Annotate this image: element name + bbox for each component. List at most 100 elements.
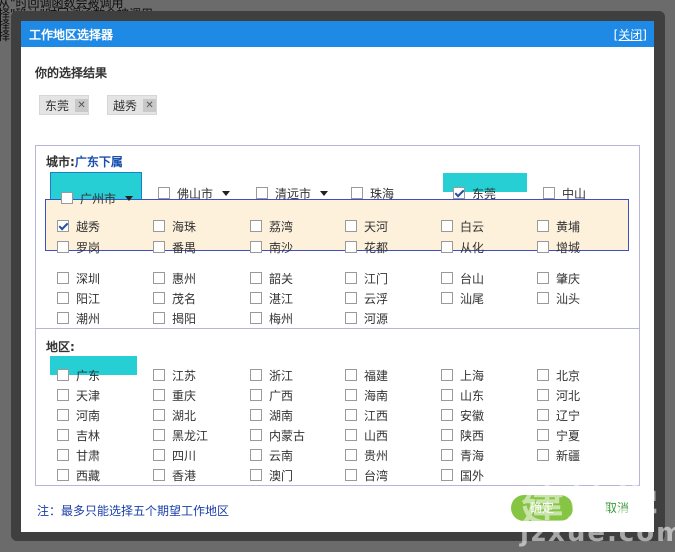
checkbox-icon[interactable] bbox=[250, 272, 262, 284]
region-item[interactable]: 广西 bbox=[250, 387, 293, 403]
checkbox-icon[interactable] bbox=[441, 389, 453, 401]
checkbox-icon[interactable] bbox=[537, 429, 549, 441]
checkbox-icon[interactable] bbox=[441, 429, 453, 441]
checkbox-icon[interactable] bbox=[250, 312, 262, 324]
checkbox-icon[interactable] bbox=[153, 312, 165, 324]
city-item[interactable]: 肇庆 bbox=[537, 270, 580, 286]
checkbox-icon[interactable] bbox=[537, 292, 549, 304]
city-item[interactable]: 潮州 bbox=[57, 310, 100, 326]
district-item[interactable]: 罗岗 bbox=[57, 239, 100, 255]
region-item[interactable]: 广东 bbox=[57, 367, 100, 383]
city-tab-3[interactable]: 珠海 bbox=[351, 185, 394, 201]
city-item[interactable]: 深圳 bbox=[57, 270, 100, 286]
district-item[interactable]: 番禺 bbox=[153, 239, 196, 255]
region-item[interactable]: 香港 bbox=[153, 467, 196, 483]
city-item[interactable]: 湛江 bbox=[250, 290, 293, 306]
checkbox-icon[interactable] bbox=[153, 469, 165, 481]
region-item[interactable]: 天津 bbox=[57, 387, 100, 403]
checkbox-icon[interactable] bbox=[537, 369, 549, 381]
checkbox-icon[interactable] bbox=[345, 292, 357, 304]
checkbox-icon[interactable] bbox=[345, 220, 357, 232]
checkbox-icon[interactable] bbox=[441, 449, 453, 461]
region-item[interactable]: 吉林 bbox=[57, 427, 100, 443]
region-item[interactable]: 北京 bbox=[537, 367, 580, 383]
checkbox-icon[interactable] bbox=[250, 449, 262, 461]
region-item[interactable]: 澳门 bbox=[250, 467, 293, 483]
region-item[interactable]: 台湾 bbox=[345, 467, 388, 483]
district-item[interactable]: 花都 bbox=[345, 239, 388, 255]
region-item[interactable]: 湖南 bbox=[250, 407, 293, 423]
chevron-down-icon[interactable] bbox=[320, 190, 329, 196]
city-tab-1[interactable]: 佛山市 bbox=[158, 185, 231, 201]
city-item[interactable]: 梅州 bbox=[250, 310, 293, 326]
checkbox-icon[interactable] bbox=[537, 220, 549, 232]
cancel-button[interactable]: 取消 bbox=[587, 495, 647, 521]
checkbox-icon[interactable] bbox=[57, 469, 69, 481]
region-item[interactable]: 新疆 bbox=[537, 447, 580, 463]
region-item[interactable]: 西藏 bbox=[57, 467, 100, 483]
region-item[interactable]: 重庆 bbox=[153, 387, 196, 403]
checkbox-icon[interactable] bbox=[153, 369, 165, 381]
region-item[interactable]: 海南 bbox=[345, 387, 388, 403]
checkbox-icon[interactable] bbox=[57, 449, 69, 461]
region-item[interactable]: 江西 bbox=[345, 407, 388, 423]
chevron-down-icon[interactable] bbox=[222, 190, 231, 196]
checkbox-icon[interactable] bbox=[345, 272, 357, 284]
checkbox-icon[interactable] bbox=[441, 220, 453, 232]
city-item[interactable]: 台山 bbox=[441, 270, 484, 286]
region-item[interactable]: 上海 bbox=[441, 367, 484, 383]
district-item[interactable]: 荔湾 bbox=[250, 218, 293, 234]
checkbox-icon[interactable] bbox=[250, 409, 262, 421]
checkbox-icon[interactable] bbox=[158, 187, 170, 199]
region-item[interactable]: 浙江 bbox=[250, 367, 293, 383]
checkbox-icon[interactable] bbox=[57, 220, 69, 232]
checkbox-icon[interactable] bbox=[57, 429, 69, 441]
region-item[interactable]: 河南 bbox=[57, 407, 100, 423]
city-tab-5[interactable]: 中山 bbox=[543, 185, 586, 201]
district-item[interactable]: 从化 bbox=[441, 239, 484, 255]
close-link[interactable]: [关闭] bbox=[614, 26, 647, 43]
city-item[interactable]: 云浮 bbox=[345, 290, 388, 306]
region-item[interactable]: 山东 bbox=[441, 387, 484, 403]
city-tab-2[interactable]: 清远市 bbox=[256, 185, 329, 201]
district-item[interactable]: 南沙 bbox=[250, 239, 293, 255]
checkbox-icon[interactable] bbox=[441, 241, 453, 253]
checkbox-icon[interactable] bbox=[345, 241, 357, 253]
region-item[interactable]: 湖北 bbox=[153, 407, 196, 423]
checkbox-icon[interactable] bbox=[57, 241, 69, 253]
checkbox-icon[interactable] bbox=[250, 292, 262, 304]
checkbox-icon[interactable] bbox=[345, 429, 357, 441]
region-item[interactable]: 甘肃 bbox=[57, 447, 100, 463]
checkbox-icon[interactable] bbox=[153, 272, 165, 284]
region-item[interactable]: 国外 bbox=[441, 467, 484, 483]
checkbox-icon[interactable] bbox=[441, 292, 453, 304]
city-item[interactable]: 汕头 bbox=[537, 290, 580, 306]
checkbox-icon[interactable] bbox=[345, 469, 357, 481]
checkbox-icon[interactable] bbox=[57, 272, 69, 284]
district-item[interactable]: 黄埔 bbox=[537, 218, 580, 234]
city-item[interactable]: 揭阳 bbox=[153, 310, 196, 326]
checkbox-icon[interactable] bbox=[57, 369, 69, 381]
checkbox-icon[interactable] bbox=[351, 187, 363, 199]
checkbox-icon[interactable] bbox=[61, 192, 73, 204]
remove-tag-icon[interactable]: ✕ bbox=[75, 98, 89, 112]
checkbox-icon[interactable] bbox=[153, 389, 165, 401]
checkbox-icon[interactable] bbox=[537, 272, 549, 284]
checkbox-icon[interactable] bbox=[153, 292, 165, 304]
checkbox-icon[interactable] bbox=[537, 409, 549, 421]
region-item[interactable]: 安徽 bbox=[441, 407, 484, 423]
city-item[interactable]: 汕尾 bbox=[441, 290, 484, 306]
checkbox-icon[interactable] bbox=[153, 449, 165, 461]
checkbox-icon[interactable] bbox=[537, 241, 549, 253]
confirm-button[interactable]: 确定 bbox=[511, 495, 573, 521]
region-item[interactable]: 内蒙古 bbox=[250, 427, 305, 443]
checkbox-icon[interactable] bbox=[153, 241, 165, 253]
checkbox-icon[interactable] bbox=[345, 389, 357, 401]
district-item[interactable]: 增城 bbox=[537, 239, 580, 255]
region-item[interactable]: 贵州 bbox=[345, 447, 388, 463]
checkbox-icon[interactable] bbox=[345, 312, 357, 324]
city-item[interactable]: 韶关 bbox=[250, 270, 293, 286]
district-item[interactable]: 白云 bbox=[441, 218, 484, 234]
checkbox-icon[interactable] bbox=[250, 220, 262, 232]
city-item[interactable]: 惠州 bbox=[153, 270, 196, 286]
